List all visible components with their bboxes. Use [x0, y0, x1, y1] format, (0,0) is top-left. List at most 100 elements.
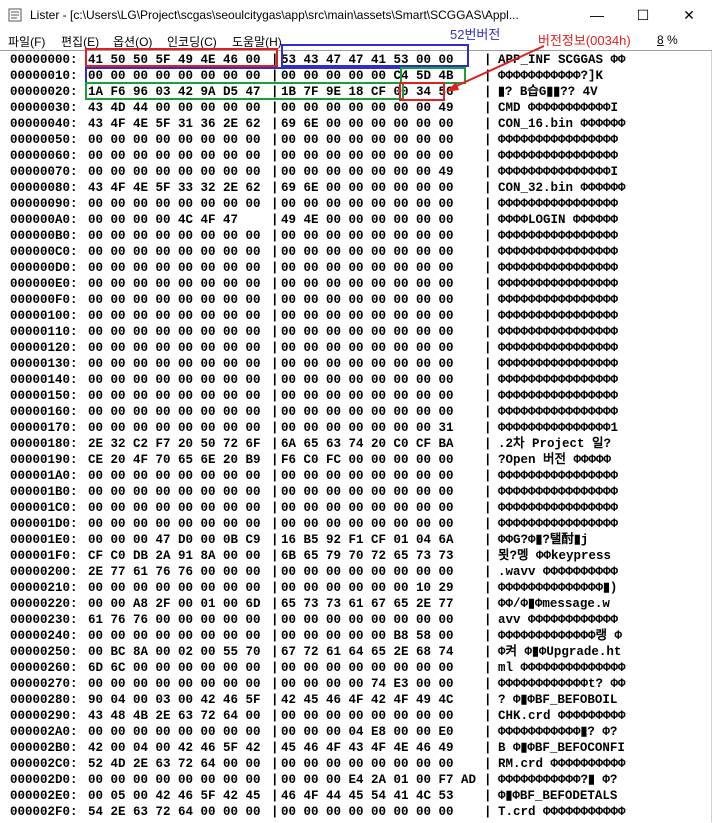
hex-separator: |: [271, 517, 279, 531]
hex-separator: |: [271, 213, 279, 227]
hex-address: 00000290:: [10, 709, 78, 723]
hex-separator: |: [271, 549, 279, 563]
ascii-separator: |: [484, 197, 492, 211]
ascii-text: ΦΦΦΦΦΦΦΦΦΦΦΦΦΦΦI: [498, 165, 619, 179]
hex-bytes-high: F6 C0 FC 00 00 00 00 00: [281, 453, 454, 467]
hex-separator: |: [271, 245, 279, 259]
hex-separator: |: [271, 309, 279, 323]
hex-separator: |: [271, 373, 279, 387]
ascii-separator: |: [484, 549, 492, 563]
hex-address: 000002F0:: [10, 805, 78, 819]
ascii-separator: |: [484, 677, 492, 691]
ascii-text: ΦΦ/Φ▮Φmessage.w: [498, 597, 610, 611]
ascii-text: CHK.crd ΦΦΦΦΦΦΦΦΦ: [498, 709, 626, 723]
hex-address: 000001A0:: [10, 469, 78, 483]
menu-file[interactable]: 파일(F): [8, 33, 45, 50]
ascii-text: ΦΦΦΦΦΦΦΦΦΦΦΦΦΦΦΦ: [498, 341, 619, 355]
ascii-separator: |: [484, 581, 492, 595]
ascii-text: avv ΦΦΦΦΦΦΦΦΦΦΦΦ: [498, 613, 619, 627]
hex-bytes-high: 00 00 00 00 00 00 00 00: [281, 133, 454, 147]
close-button[interactable]: ✕: [666, 0, 712, 30]
hex-address: 00000250:: [10, 645, 78, 659]
hex-bytes-high: 00 00 00 00 00 00 00 00: [281, 405, 454, 419]
ascii-text: B Φ▮ΦBF_BEFOCONFI: [498, 741, 625, 755]
ascii-text: .2차 Project 일?: [498, 437, 612, 451]
hex-bytes-high: 00 00 00 00 00 00 00 31: [281, 421, 454, 435]
hex-separator: |: [271, 725, 279, 739]
ascii-separator: |: [484, 421, 492, 435]
hex-address: 00000150:: [10, 389, 78, 403]
ascii-separator: |: [484, 469, 492, 483]
hex-address: 00000070:: [10, 165, 78, 179]
hex-address: 00000080:: [10, 181, 78, 195]
hex-separator: |: [271, 229, 279, 243]
hex-separator: |: [271, 453, 279, 467]
ascii-text: ΦΦΦΦΦΦΦΦΦΦΦΦΦΦ▮): [498, 581, 618, 595]
hex-bytes-low: 00 00 00 00 00 00 00 00: [88, 133, 261, 147]
hex-address: 00000190:: [10, 453, 78, 467]
ascii-text: ? Φ▮ΦBF_BEFOBOIL: [498, 693, 618, 707]
hex-address: 00000110:: [10, 325, 78, 339]
hex-address: 00000120:: [10, 341, 78, 355]
hex-separator: |: [271, 789, 279, 803]
hex-address: 000001F0:: [10, 549, 78, 563]
hex-bytes-low: 00 BC 8A 00 02 00 55 70: [88, 645, 261, 659]
ascii-separator: |: [484, 165, 492, 179]
hex-separator: |: [271, 133, 279, 147]
hex-address: 000002C0:: [10, 757, 78, 771]
hex-bytes-high: 6B 65 79 70 72 65 73 73: [281, 549, 454, 563]
hex-address: 00000010:: [10, 69, 78, 83]
ascii-text: ml ΦΦΦΦΦΦΦΦΦΦΦΦΦΦ: [498, 661, 626, 675]
ascii-text: ΦΦΦΦΦΦΦΦΦΦΦΦΦΦΦΦ: [498, 261, 619, 275]
hex-bytes-high: 00 00 00 00 00 00 00 00: [281, 245, 454, 259]
hex-bytes-high: 00 00 00 00 00 00 00 00: [281, 565, 454, 579]
hex-address: 00000130:: [10, 357, 78, 371]
minimize-button[interactable]: —: [574, 0, 620, 30]
ascii-text: ΦΦΦΦΦΦΦΦΦΦΦΦΦΦΦΦ: [498, 293, 619, 307]
ascii-separator: |: [484, 773, 492, 787]
ascii-separator: |: [484, 149, 492, 163]
ascii-text: CMD ΦΦΦΦΦΦΦΦΦΦΦI: [498, 101, 619, 115]
ascii-separator: |: [484, 325, 492, 339]
hex-bytes-low: 00 00 00 00 00 00 00 00: [88, 773, 261, 787]
hex-address: 00000000:: [10, 53, 78, 67]
maximize-button[interactable]: ☐: [620, 0, 666, 30]
hex-bytes-high: 00 00 00 00 00 00 00 00: [281, 149, 454, 163]
ascii-separator: |: [484, 405, 492, 419]
hex-bytes-high: 00 00 00 00 00 00 00 00: [281, 661, 454, 675]
hex-separator: |: [271, 693, 279, 707]
hex-separator: |: [271, 805, 279, 819]
ascii-text: ΦΦΦΦΦΦΦΦΦΦΦΦt? ΦΦ: [498, 677, 626, 691]
hex-address: 000002A0:: [10, 725, 78, 739]
hex-bytes-high: 00 00 00 00 00 B8 58 00: [281, 629, 454, 643]
ascii-text: ΦΦΦΦΦΦΦΦΦΦΦΦΦ랭 Φ: [498, 629, 623, 643]
hex-bytes-low: 61 76 76 00 00 00 00 00: [88, 613, 261, 627]
hex-address: 00000210:: [10, 581, 78, 595]
hex-bytes-low: 43 4D 44 00 00 00 00 00: [88, 101, 261, 115]
version-info-annotation: 버전정보(0034h): [538, 30, 631, 49]
hex-separator: |: [271, 197, 279, 211]
hex-bytes-low: 00 00 00 00 00 00 00 00: [88, 261, 261, 275]
hex-bytes-high: 00 00 00 00 00 00 00 00: [281, 277, 454, 291]
hex-separator: |: [271, 405, 279, 419]
hex-separator: |: [271, 389, 279, 403]
ascii-text: ΦΦΦΦΦΦΦΦΦΦΦ?▮ Φ?: [498, 773, 618, 787]
version-bytes-highlight-box: [399, 82, 445, 101]
hex-bytes-low: 90 04 00 03 00 42 46 5F: [88, 693, 261, 707]
hex-separator: |: [271, 645, 279, 659]
ascii-text: ΦΦΦΦΦΦΦΦΦΦΦΦΦΦΦΦ: [498, 197, 619, 211]
hex-address: 000002B0:: [10, 741, 78, 755]
hex-bytes-high: 00 00 00 00 00 00 10 29: [281, 581, 454, 595]
hex-bytes-low: 00 00 00 00 00 00 00 00: [88, 277, 261, 291]
ascii-text: .wavv ΦΦΦΦΦΦΦΦΦΦ: [498, 565, 619, 579]
ascii-separator: |: [484, 693, 492, 707]
ascii-separator: |: [484, 501, 492, 515]
hex-bytes-low: 00 00 00 00 00 00 00 00: [88, 581, 261, 595]
hex-bytes-low: 6D 6C 00 00 00 00 00 00: [88, 661, 261, 675]
ascii-separator: |: [484, 309, 492, 323]
hex-bytes-high: 00 00 00 00 00 00 00 00: [281, 469, 454, 483]
hex-bytes-high: 00 00 00 00 00 00 00 00: [281, 357, 454, 371]
ascii-text: ΦΦΦΦΦΦΦΦΦΦΦΦΦΦΦΦ: [498, 133, 619, 147]
hex-bytes-high: 00 00 00 04 E8 00 00 E0: [281, 725, 454, 739]
hex-bytes-high: 00 00 00 00 00 00 00 00: [281, 517, 454, 531]
